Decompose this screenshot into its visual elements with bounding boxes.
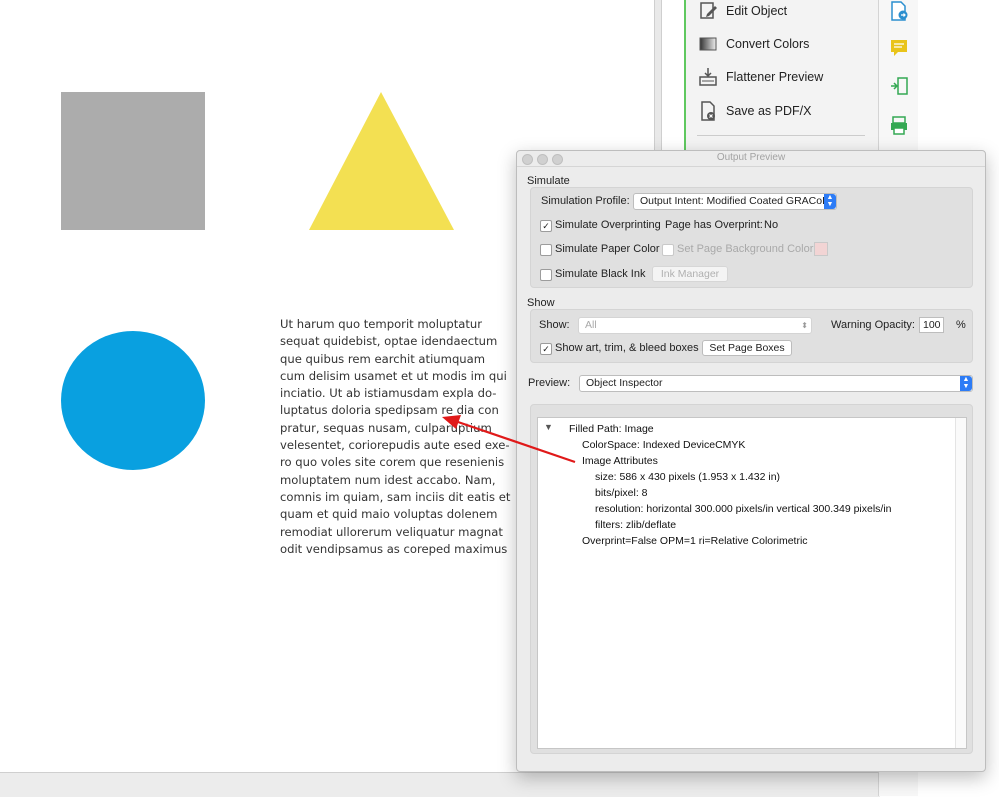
show-label: Show: xyxy=(539,319,570,331)
text-line: que quibus rem earchit atiumquam xyxy=(280,351,486,366)
show-boxes-label: Show art, trim, & bleed boxes xyxy=(555,342,699,354)
tools-separator xyxy=(697,135,865,136)
document-scroll-edge xyxy=(654,0,662,160)
yellow-triangle-shape[interactable] xyxy=(309,92,455,232)
warning-opacity-label: Warning Opacity: xyxy=(831,319,915,331)
simulation-profile-select[interactable]: Output Intent: Modified Coated GRACoL...… xyxy=(633,193,837,210)
text-line: comnis im quiam, sam inciis dit eatis et xyxy=(280,489,511,504)
text-line: sequat quidebist, optae idendaectum xyxy=(280,334,498,349)
text-line: pratur, sequas nusam, culparuptium xyxy=(280,420,492,435)
gray-square-shape[interactable] xyxy=(61,92,205,230)
inspector-line: bits/pixel: 8 xyxy=(595,487,648,499)
output-preview-dialog: Output Preview Simulate Simulation Profi… xyxy=(516,150,986,772)
set-page-background-checkbox[interactable] xyxy=(662,244,674,256)
simulate-black-ink-checkbox[interactable] xyxy=(540,269,552,281)
text-line: cum delisim usamet et ut modis im qui xyxy=(280,368,507,383)
show-boxes-checkbox[interactable]: ✓ xyxy=(540,343,552,355)
chevron-updown-icon: ⬍ xyxy=(801,321,808,330)
chevron-updown-icon: ▲ ▼ xyxy=(960,376,972,391)
text-line: odit vendipsamus as coreped maximus xyxy=(280,541,508,556)
inspector-line: ColorSpace: Indexed DeviceCMYK xyxy=(582,439,746,451)
simulate-overprinting-checkbox[interactable]: ✓ xyxy=(540,220,552,232)
inspector-line: size: 586 x 430 pixels (1.953 x 1.432 in… xyxy=(595,471,781,483)
export-pdf-icon[interactable] xyxy=(888,0,910,22)
text-line: inciatio. Ut ab istiamusdam expla do- xyxy=(280,386,497,401)
ink-manager-button[interactable]: Ink Manager xyxy=(652,266,728,282)
document-bottom-bar xyxy=(0,772,880,797)
chevron-updown-icon: ▲ ▼ xyxy=(824,194,836,209)
blue-circle-shape[interactable] xyxy=(61,331,205,470)
flattener-preview-icon xyxy=(697,66,719,88)
print-production-icon[interactable] xyxy=(888,114,910,136)
tool-label: Flattener Preview xyxy=(726,70,824,84)
text-line: moluptatem num idest accabo. Nam, xyxy=(280,472,496,487)
page-background-color-swatch[interactable] xyxy=(814,242,828,256)
page-overprint-value: No xyxy=(764,219,779,231)
text-line: velesentet, coriorepudis aute esed exe- xyxy=(280,438,510,453)
inspector-scrollbar[interactable] xyxy=(955,418,966,748)
tool-convert-colors[interactable]: Convert Colors xyxy=(697,32,877,56)
text-line: remodiat ullorerum veliquatur magnat xyxy=(280,524,503,539)
tool-label: Convert Colors xyxy=(726,37,810,51)
text-line: luptatus doloria spedipsam re dia con xyxy=(280,403,499,418)
tool-label: Edit Object xyxy=(726,4,788,18)
inspector-line: Filled Path: Image xyxy=(569,423,654,435)
save-pdfx-icon xyxy=(697,100,719,122)
text-line: Ut harum quo temporit moluptatur xyxy=(280,317,483,331)
inspector-line: filters: zlib/deflate xyxy=(595,519,677,531)
set-page-boxes-button[interactable]: Set Page Boxes xyxy=(702,340,792,356)
set-page-background-label: Set Page Background Color xyxy=(677,243,814,255)
simulate-overprinting-label: Simulate Overprinting xyxy=(555,219,661,231)
dialog-title: Output Preview xyxy=(716,152,786,163)
preview-value: Object Inspector xyxy=(586,377,663,389)
organize-pages-icon[interactable] xyxy=(888,75,910,97)
convert-colors-icon xyxy=(697,33,719,55)
text-line: quam et quid maio voluptas dolenem xyxy=(280,507,498,522)
show-select[interactable]: All ⬍ xyxy=(578,317,812,334)
disclosure-triangle-icon[interactable]: ▼ xyxy=(544,422,553,432)
page-overprint-label: Page has Overprint: xyxy=(665,219,763,231)
preview-select[interactable]: Object Inspector ▲ ▼ xyxy=(579,375,973,392)
tool-save-as-pdfx[interactable]: Save as PDF/X xyxy=(697,99,877,123)
inspector-line: resolution: horizontal 300.000 pixels/in… xyxy=(595,503,892,515)
dialog-titlebar[interactable]: Output Preview xyxy=(517,151,985,167)
simulation-profile-label: Simulation Profile: xyxy=(541,195,630,207)
show-heading: Show xyxy=(527,297,555,309)
simulate-heading: Simulate xyxy=(527,175,570,187)
edit-object-icon xyxy=(697,0,719,22)
simulate-paper-color-label: Simulate Paper Color xyxy=(555,243,660,255)
inspector-line: Image Attributes xyxy=(582,455,658,467)
percent-sign: % xyxy=(956,319,966,331)
body-text-paragraph[interactable]: Ut harum quo temporit moluptatur sequat … xyxy=(280,316,511,558)
simulation-profile-value: Output Intent: Modified Coated GRACoL... xyxy=(640,195,837,207)
tool-edit-object[interactable]: Edit Object xyxy=(697,0,877,23)
inspector-line: Overprint=False OPM=1 ri=Relative Colori… xyxy=(582,535,808,547)
tool-flattener-preview[interactable]: Flattener Preview xyxy=(697,65,877,89)
simulate-paper-color-checkbox[interactable] xyxy=(540,244,552,256)
show-value: All xyxy=(585,319,597,331)
text-line: ro quo voles site corem que resenienis xyxy=(280,455,505,470)
warning-opacity-input[interactable]: 100 xyxy=(919,317,944,333)
simulate-black-ink-label: Simulate Black Ink xyxy=(555,268,646,280)
tool-label: Save as PDF/X xyxy=(726,104,812,118)
comment-icon[interactable] xyxy=(888,37,910,59)
object-inspector-panel[interactable]: ▼ Filled Path: Image ColorSpace: Indexed… xyxy=(537,417,967,749)
simulate-group: Simulation Profile: Output Intent: Modif… xyxy=(530,187,973,288)
show-group: Show: All ⬍ Warning Opacity: 100 % ✓ Sho… xyxy=(530,309,973,363)
preview-label: Preview: xyxy=(528,377,571,389)
